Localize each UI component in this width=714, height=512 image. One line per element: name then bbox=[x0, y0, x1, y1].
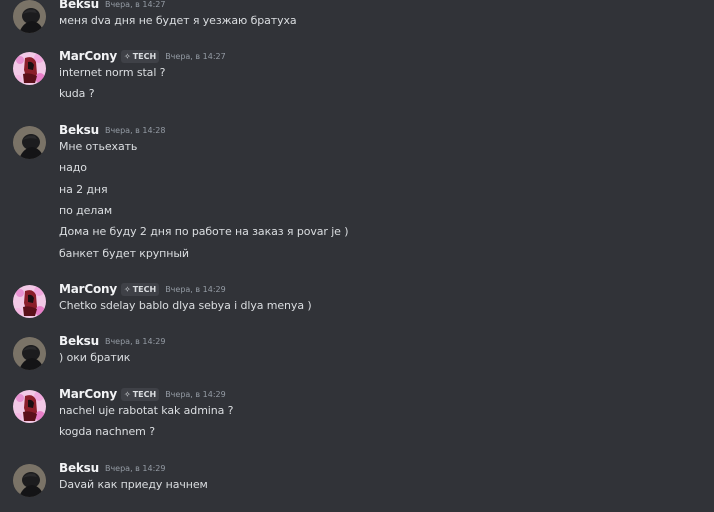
sparkle-icon: ✧ bbox=[123, 284, 131, 294]
username[interactable]: Beksu bbox=[59, 0, 99, 11]
beksu-avatar[interactable] bbox=[13, 337, 46, 370]
marcony-avatar[interactable] bbox=[13, 52, 46, 85]
username[interactable]: Beksu bbox=[59, 461, 99, 475]
username[interactable]: Beksu bbox=[59, 123, 99, 137]
message-text: kuda ? bbox=[59, 87, 95, 101]
beksu-avatar[interactable] bbox=[13, 126, 46, 159]
beksu-avatar[interactable] bbox=[13, 464, 46, 497]
username[interactable]: MarCony bbox=[59, 282, 117, 296]
sparkle-icon: ✧ bbox=[123, 389, 131, 399]
message-header: Beksu Вчера, в 14:27 bbox=[59, 0, 165, 12]
message-header: Beksu Вчера, в 14:29 bbox=[59, 333, 165, 349]
message-text: надо bbox=[59, 161, 87, 175]
message-text: kogda nachnem ? bbox=[59, 425, 155, 439]
marcony-avatar[interactable] bbox=[13, 285, 46, 318]
tag-label: TECH bbox=[132, 284, 157, 294]
server-tag-badge[interactable]: ✧ TECH bbox=[120, 282, 160, 296]
message-text: по делам bbox=[59, 203, 113, 217]
beksu-avatar[interactable] bbox=[13, 0, 46, 33]
message-text: nachel uje rabotat kak admina ? bbox=[59, 404, 234, 417]
username[interactable]: Beksu bbox=[59, 334, 99, 348]
message-text: Дома не буду 2 дня по работе на заказ я … bbox=[59, 225, 349, 239]
server-tag-badge[interactable]: ✧ TECH bbox=[120, 387, 160, 401]
timestamp[interactable]: Вчера, в 14:28 bbox=[105, 126, 166, 135]
tag-label: TECH bbox=[132, 389, 157, 399]
message-text: internet norm stal ? bbox=[59, 66, 166, 79]
message-header: MarCony ✧ TECH Вчера, в 14:29 bbox=[59, 281, 226, 297]
timestamp[interactable]: Вчера, в 14:29 bbox=[165, 285, 226, 294]
sparkle-icon: ✧ bbox=[123, 51, 131, 61]
message-header: MarCony ✧ TECH Вчера, в 14:27 bbox=[59, 48, 226, 64]
server-tag-badge[interactable]: ✧ TECH bbox=[120, 49, 160, 63]
message-text: Мне отьехать bbox=[59, 140, 138, 153]
message-text: на 2 дня bbox=[59, 182, 108, 196]
message-header: MarCony ✧ TECH Вчера, в 14:29 bbox=[59, 386, 226, 402]
tag-label: TECH bbox=[132, 51, 157, 61]
timestamp[interactable]: Вчера, в 14:29 bbox=[105, 337, 166, 346]
timestamp[interactable]: Вчера, в 14:29 bbox=[165, 390, 226, 399]
timestamp[interactable]: Вчера, в 14:27 bbox=[165, 52, 226, 61]
chat-messages: Beksu Вчера, в 14:27 меня dva дня не будет… bbox=[0, 0, 714, 512]
username[interactable]: MarCony bbox=[59, 387, 117, 401]
message-text: банкет будет крупный bbox=[59, 246, 189, 260]
message-text: меня dva дня не будет я уезжаю братуха bbox=[59, 14, 297, 27]
message-text: Davай как приеду начнем bbox=[59, 478, 208, 491]
message-header: Beksu Вчера, в 14:28 bbox=[59, 122, 165, 138]
message-text: ) оки братик bbox=[59, 351, 131, 364]
message-header: Beksu Вчера, в 14:29 bbox=[59, 460, 165, 476]
timestamp[interactable]: Вчера, в 14:27 bbox=[105, 0, 166, 9]
marcony-avatar[interactable] bbox=[13, 390, 46, 423]
username[interactable]: MarCony bbox=[59, 49, 117, 63]
timestamp[interactable]: Вчера, в 14:29 bbox=[105, 464, 166, 473]
message-text: Chetko sdelay bablo dlya sebya i dlya me… bbox=[59, 299, 312, 312]
